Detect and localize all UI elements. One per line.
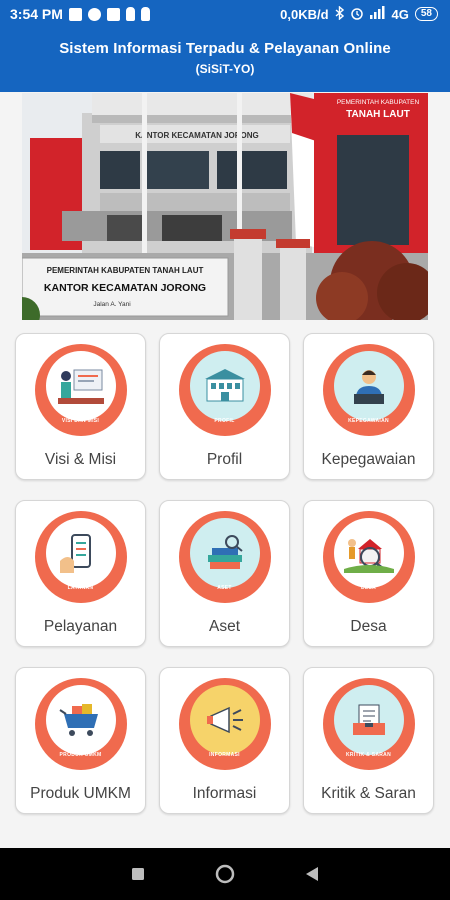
presentation-icon: VISI DAN MISI bbox=[34, 344, 127, 436]
app-subtitle: (SiSiT-YO) bbox=[195, 62, 255, 76]
back-triangle-icon bbox=[305, 867, 318, 881]
gate-sign-line3: Jalan A. Yani bbox=[93, 301, 130, 308]
right-sign-line2: TANAH LAUT bbox=[346, 109, 410, 120]
cart-icon: PRODUK UMKM bbox=[34, 678, 127, 770]
menu-card-pelayanan[interactable]: LAYANAN Pelayanan bbox=[15, 500, 146, 647]
gate-sign-line1: PEMERINTAH KABUPATEN TANAH LAUT bbox=[47, 266, 204, 275]
menu-card-aset[interactable]: ASET Aset bbox=[159, 500, 290, 647]
battery-icon: 58 bbox=[414, 7, 438, 21]
status-bar: 3:54 PM 0,0KB/d 4G 58 bbox=[0, 0, 450, 28]
circle-icon bbox=[215, 864, 235, 884]
badge-text: INFORMASI bbox=[209, 752, 240, 758]
person-icon bbox=[125, 7, 135, 21]
menu-card-desa[interactable]: DESA Desa bbox=[303, 500, 434, 647]
home-button[interactable] bbox=[205, 854, 245, 894]
asset-icon: ASET bbox=[178, 511, 271, 603]
menu-card-kritik-saran[interactable]: KRITIK & SARAN Kritik & Saran bbox=[303, 667, 434, 814]
app-notification-icon bbox=[87, 7, 101, 21]
menu-card-produk-umkm[interactable]: PRODUK UMKM Produk UMKM bbox=[15, 667, 146, 814]
employee-icon: KEPEGAWAIAN bbox=[322, 344, 415, 436]
card-label: Pelayanan bbox=[43, 618, 118, 635]
badge-text: ASET bbox=[217, 585, 232, 591]
back-button[interactable] bbox=[292, 854, 332, 894]
app-title: Sistem Informasi Terpadu & Pelayanan Onl… bbox=[59, 40, 391, 57]
signal-type: 4G bbox=[391, 6, 409, 22]
recent-apps-button[interactable] bbox=[118, 854, 158, 894]
card-label: Desa bbox=[350, 618, 387, 635]
badge-text: PRODUK UMKM bbox=[59, 752, 102, 758]
alarm-icon bbox=[350, 6, 364, 23]
menu-card-informasi[interactable]: INFORMASI Informasi bbox=[159, 667, 290, 814]
badge-text: LAYANAN bbox=[67, 585, 94, 591]
badge-text: DESA bbox=[360, 585, 377, 591]
status-left: 3:54 PM bbox=[10, 6, 150, 22]
badge-text: KRITIK & SARAN bbox=[345, 752, 392, 758]
card-label: Visi & Misi bbox=[44, 451, 117, 468]
menu-card-kepegawaian[interactable]: KEPEGAWAIAN Kepegawaian bbox=[303, 333, 434, 480]
card-label: Produk UMKM bbox=[30, 785, 131, 802]
message-icon bbox=[106, 7, 120, 21]
card-label: Informasi bbox=[192, 785, 257, 802]
gate-sign-line2: KANTOR KECAMATAN JORONG bbox=[44, 282, 206, 294]
status-time: 3:54 PM bbox=[10, 6, 63, 22]
village-icon: DESA bbox=[322, 511, 415, 603]
phone-checklist-icon: LAYANAN bbox=[34, 511, 127, 603]
badge-text: PROFIL bbox=[214, 418, 235, 424]
signal-icon bbox=[369, 6, 386, 22]
menu-card-profil[interactable]: PROFIL Profil bbox=[159, 333, 290, 480]
navigation-bar bbox=[0, 848, 450, 900]
card-label: Profil bbox=[206, 451, 243, 468]
building-icon: PROFIL bbox=[178, 344, 271, 436]
card-label: Kritik & Saran bbox=[321, 785, 416, 802]
right-sign-line1: PEMERINTAH KABUPATEN bbox=[337, 99, 420, 106]
card-label: Aset bbox=[208, 618, 240, 635]
status-right: 0,0KB/d 4G 58 bbox=[280, 4, 438, 23]
square-icon bbox=[132, 868, 145, 880]
badge-text: VISI DAN MISI bbox=[61, 418, 100, 424]
menu-card-visi-misi[interactable]: VISI DAN MISI Visi & Misi bbox=[15, 333, 146, 480]
notification-icon bbox=[68, 7, 82, 21]
office-banner-image: KANTOR KECAMATAN JORONG PEMERINTAH KABUP… bbox=[22, 93, 428, 320]
bluetooth-icon bbox=[335, 4, 344, 23]
badge-text: KEPEGAWAIAN bbox=[348, 418, 389, 424]
feedback-icon: KRITIK & SARAN bbox=[322, 678, 415, 770]
menu-grid: VISI DAN MISI Visi & Misi PROFIL Profil … bbox=[15, 333, 435, 814]
network-speed: 0,0KB/d bbox=[280, 6, 329, 22]
person-icon-2 bbox=[140, 7, 150, 21]
card-label: Kepegawaian bbox=[321, 451, 416, 468]
megaphone-icon: INFORMASI bbox=[178, 678, 271, 770]
app-bar: Sistem Informasi Terpadu & Pelayanan Onl… bbox=[0, 28, 450, 92]
